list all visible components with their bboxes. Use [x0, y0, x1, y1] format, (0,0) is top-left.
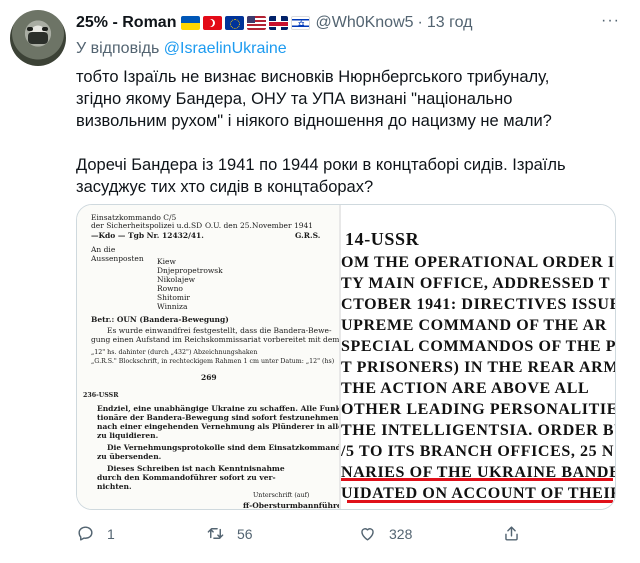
document-image-german[interactable]: Einsatzkommando C/5 der Sicherheitspoliz…	[77, 205, 341, 509]
doc-line: Dieses Schreiben ist nach Kenntnisnahme	[107, 464, 285, 473]
tweet-media[interactable]: Einsatzkommando C/5 der Sicherheitspoliz…	[76, 204, 616, 510]
red-underline	[347, 500, 613, 503]
doc-line: OTHER LEADING PERSONALITIES, A	[341, 401, 615, 418]
doc-line: Rowno	[157, 284, 183, 293]
doc-line: nichten.	[97, 482, 132, 491]
separator-dot: ·	[417, 14, 423, 31]
reply-mention-link[interactable]: @IsraelinUkraine	[164, 40, 287, 57]
retweet-button[interactable]: 56	[206, 524, 253, 543]
tweet-line: засуджує тих хто сидів в концтаборах?	[76, 178, 374, 196]
doc-line: 14-USSR	[345, 229, 420, 249]
doc-line: 269	[201, 373, 217, 382]
tweet-paragraph-2: Доречі Бандера із 1941 по 1944 роки в ко…	[76, 154, 626, 198]
doc-line: Dnjepropetrowsk	[157, 266, 223, 275]
tweet-text: тобто Ізраїль не визнає висновків Нюрнбе…	[76, 66, 626, 220]
flag-usa-icon	[247, 16, 267, 30]
flag-uk-icon	[269, 16, 289, 30]
like-button[interactable]: 328	[358, 524, 412, 543]
tweet-line: тобто Ізраїль не визнає висновків Нюрнбе…	[76, 68, 550, 86]
avatar-mask	[28, 32, 48, 44]
doc-line: Unterschrift (auf)	[253, 492, 310, 499]
doc-line: G.R.S.	[295, 231, 321, 240]
reply-prefix: У відповідь	[76, 40, 160, 57]
doc-line: Endziel, eine unabhängige Ukraine zu sch…	[97, 404, 341, 413]
doc-line: zu liquidieren.	[97, 431, 159, 440]
doc-line: „12" hs. dahinter (durch „432") Abzeichn…	[91, 349, 258, 356]
doc-line: —Kdo — Tgb Nr. 12432/41.	[91, 231, 204, 240]
doc-line: Winniza	[157, 302, 188, 311]
doc-line: T PRISONERS) IN THE REAR ARMY	[341, 359, 615, 376]
reply-button[interactable]: 1	[76, 524, 115, 543]
avatar-eye	[27, 27, 33, 31]
doc-line: nach einer eingehenden Vernehmung als Pl…	[97, 422, 339, 431]
doc-line: ff-Obersturmbannführer	[243, 501, 341, 509]
doc-line: OM THE OPERATIONAL ORDER I	[341, 254, 615, 271]
heart-icon	[361, 528, 374, 541]
tweet-actions: 1 56 328	[76, 524, 536, 548]
flag-emojis	[181, 16, 311, 30]
doc-line: Es wurde einwandfrei festgestellt, dass …	[107, 326, 332, 335]
tweet-header: 25% - Roman @Wh0Know5 · 13 год	[76, 14, 472, 32]
doc-line: „G.R.S." Blockschrift, in rechteckigem R…	[91, 358, 335, 365]
doc-line: gung einen Aufstand im Reichskommissaria…	[91, 335, 340, 344]
doc-line: O.U. den 25.November 1941	[205, 221, 314, 230]
flag-turkey-icon	[203, 16, 223, 30]
doc-line: 236-USSR	[83, 392, 119, 399]
doc-line: zu übersenden.	[97, 452, 162, 461]
reply-context: У відповідь @IsraelinUkraine	[76, 40, 287, 58]
flag-eu-icon	[225, 16, 245, 30]
doc-line: tionäre der Bandera-Bewegung sind sofort…	[97, 413, 341, 422]
doc-line: CTOBER 1941: DIRECTIVES ISSUED	[341, 296, 615, 313]
author-handle[interactable]: @Wh0Know5	[315, 14, 413, 32]
doc-line: der Sicherheitspolizei u.d.SD	[91, 221, 203, 230]
share-button[interactable]	[502, 524, 533, 543]
doc-line: Die Vernehmungsprotokolle sind dem Einsa…	[107, 443, 341, 452]
flag-ukraine-icon	[181, 16, 201, 30]
like-count: 328	[389, 525, 413, 542]
red-underline	[341, 478, 613, 481]
doc-line: An die	[91, 245, 116, 254]
avatar-eye	[42, 27, 48, 31]
share-icon	[505, 526, 518, 541]
doc-line: durch den Kommandoführer sofort zu ver-	[97, 473, 276, 482]
doc-line: TY MAIN OFFICE, ADDRESSED T	[341, 275, 611, 292]
tweet-line: Доречі Бандера із 1941 по 1944 роки в ко…	[76, 156, 566, 174]
retweet-icon	[207, 528, 224, 539]
tweet: 25% - Roman @Wh0Know5 · 13 год ··· У від…	[0, 0, 640, 563]
doc-line: Nikolajew	[157, 275, 196, 284]
document-image-english[interactable]: 14-USSR OM THE OPERATIONAL ORDER I TY MA…	[341, 205, 615, 509]
reply-icon	[78, 526, 93, 541]
doc-line: SPECIAL COMMANDOS OF THE PRIS	[341, 338, 615, 355]
doc-line: Betr.: OUN (Bandera-Bewegung)	[91, 315, 229, 324]
retweet-count: 56	[237, 525, 253, 542]
doc-line: THE ACTION ARE ABOVE ALL	[341, 380, 590, 397]
reply-count: 1	[107, 525, 115, 542]
avatar[interactable]	[10, 10, 66, 66]
tweet-line: згідно якому Бандера, ОНУ та УПА визнані…	[76, 90, 513, 108]
author-name[interactable]: 25% - Roman	[76, 14, 176, 32]
more-options-icon[interactable]: ···	[601, 12, 620, 30]
doc-line: Kiew	[157, 257, 176, 266]
tweet-timestamp[interactable]: 13 год	[427, 14, 473, 32]
doc-line: THE INTELLIGENTSIA. ORDER BY	[341, 422, 615, 439]
doc-line: UPREME COMMAND OF THE AR	[341, 317, 607, 334]
tweet-line: визвольним рухом" і ніякого відношення д…	[76, 112, 552, 130]
tweet-paragraph-1: тобто Ізраїль не визнає висновків Нюрнбе…	[76, 66, 626, 132]
flag-israel-icon	[291, 16, 311, 30]
doc-line: /5 TO ITS BRANCH OFFICES, 25 N	[341, 443, 615, 460]
doc-line: Shitomir	[157, 293, 190, 302]
doc-line: Aussenposten	[91, 254, 144, 263]
